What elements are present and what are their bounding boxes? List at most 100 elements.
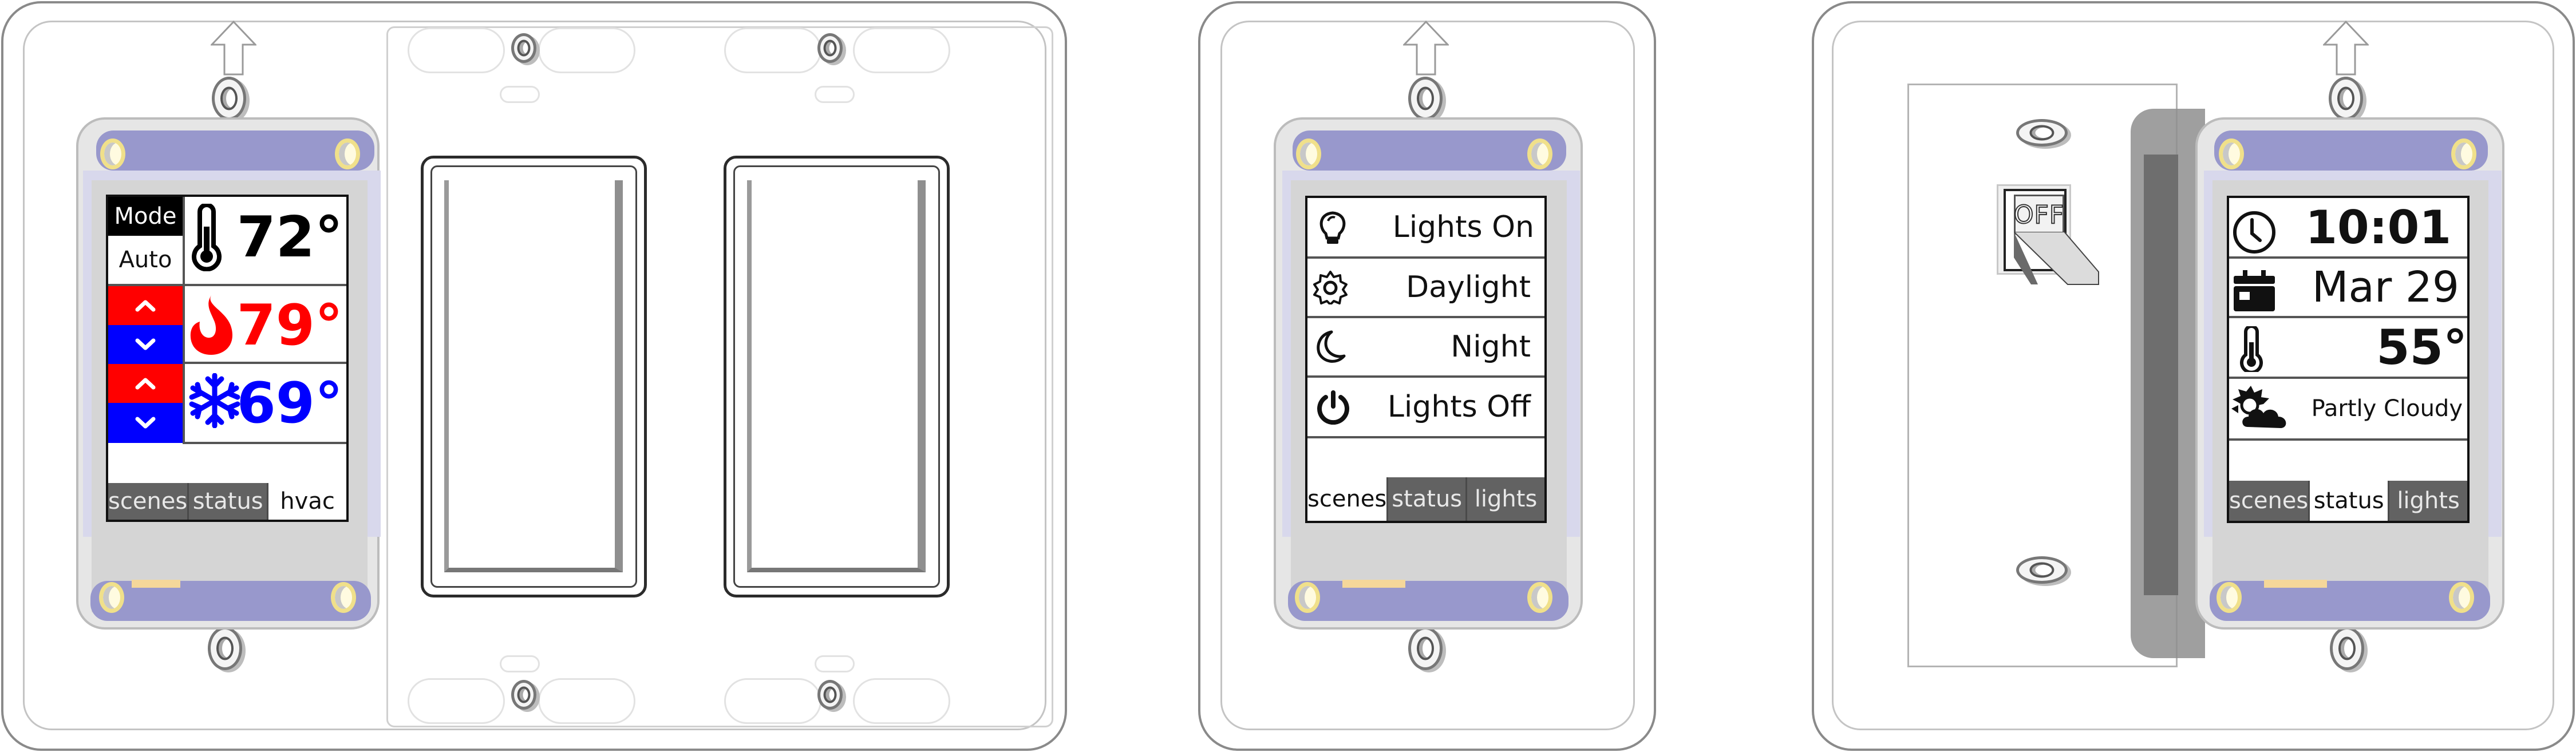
toggle-lever[interactable]: OFF (2013, 195, 2065, 235)
partly-cloudy-icon (2231, 386, 2286, 428)
mount-grommet (1527, 138, 1552, 169)
chevron-down-icon (135, 417, 156, 429)
lightbulb-icon (1319, 211, 1346, 244)
current-temp-row: 72° (185, 197, 346, 286)
rocker-strap-top-1 (408, 27, 505, 73)
rocker-switch-2[interactable] (724, 156, 950, 597)
tab-status[interactable]: status (189, 483, 269, 520)
hvac-screen: Mode Auto 72° 79° 69° scenes status hvac (106, 195, 349, 522)
screw-icon (511, 33, 536, 63)
moon-icon (1317, 330, 1346, 363)
tab-scenes[interactable]: scenes (1307, 477, 1389, 521)
pcb-bottom (1288, 581, 1568, 621)
mode-button[interactable]: Auto (108, 236, 183, 286)
tab-lights[interactable]: lights (2389, 481, 2467, 521)
tab-hvac[interactable]: hvac (268, 483, 346, 520)
weather-value: Partly Cloudy (2311, 395, 2463, 422)
rocker-strap-bottom-3 (724, 678, 821, 724)
chevron-up-icon (135, 378, 156, 390)
hvac-tab-bar: scenes status hvac (108, 483, 346, 520)
scene-label: Lights On (1392, 210, 1534, 244)
clock-icon (2233, 211, 2275, 254)
scene-lights-on[interactable]: Lights On (1307, 198, 1544, 259)
up-arrow-icon (211, 21, 256, 76)
scene-daylight[interactable]: Daylight (1307, 259, 1544, 318)
up-arrow-icon (1403, 21, 1449, 76)
screw-icon (1408, 77, 1443, 120)
mount-grommet (1295, 582, 1320, 613)
rocker-strap-top-3 (724, 27, 821, 73)
mount-grommet (2219, 138, 2244, 169)
sun-icon (1313, 271, 1348, 304)
screw-icon (1408, 627, 1443, 670)
rocker-strap-top-4 (853, 27, 950, 73)
scenes-tab-bar: scenes status lights (1307, 477, 1544, 521)
mount-grommet (2449, 582, 2474, 613)
mount-grommet (2451, 138, 2476, 169)
temperature-value: 55° (2376, 319, 2467, 375)
status-housing-side-inner (2144, 155, 2178, 595)
scene-label: Daylight (1406, 270, 1531, 304)
rocker-strap-bottom-1 (408, 678, 505, 724)
pcb-connector (1342, 580, 1405, 588)
thermometer-icon (2240, 326, 2263, 372)
tab-status[interactable]: status (1388, 477, 1468, 521)
up-arrow-icon (2323, 21, 2369, 76)
mode-label: Mode (108, 197, 183, 236)
date-value: Mar 29 (2312, 263, 2459, 312)
toggle-off-label: OFF (2013, 200, 2065, 230)
mount-grommet (1296, 138, 1321, 169)
screw-icon (817, 33, 843, 63)
rocker-strap-top-2 (538, 27, 635, 73)
rocker-paddle[interactable] (747, 180, 926, 572)
pcb-top (2214, 130, 2488, 171)
strap-slot (815, 86, 855, 103)
strap-slot (500, 655, 540, 672)
status-tab-bar: scenes status lights (2229, 481, 2467, 521)
pcb-connector (132, 580, 180, 588)
cool-down-button[interactable] (108, 403, 183, 443)
toggle-lever-handle[interactable] (2014, 232, 2100, 287)
current-temp: 72° (236, 205, 343, 270)
heat-down-button[interactable] (108, 325, 183, 364)
rocker-paddle[interactable] (444, 180, 623, 572)
cool-setpoint: 69° (236, 371, 343, 436)
time-row: 10:01 (2229, 198, 2467, 259)
chevron-up-icon (135, 300, 156, 312)
rocker-switch-1[interactable] (421, 156, 647, 597)
weather-row: Partly Cloudy (2229, 379, 2467, 441)
tab-status[interactable]: status (2310, 481, 2390, 521)
screw-icon (2330, 627, 2364, 670)
screw-icon (817, 680, 843, 710)
heat-up-button[interactable] (108, 286, 183, 325)
snowflake-icon (189, 373, 240, 428)
strap-slot (815, 655, 855, 672)
tab-lights[interactable]: lights (1467, 477, 1544, 521)
status-screen: 10:01 Mar 29 55° Partly Cloudy scenes st… (2227, 196, 2470, 523)
mount-grommet (99, 582, 124, 613)
scene-night[interactable]: Night (1307, 318, 1544, 378)
scene-lights-off[interactable]: Lights Off (1307, 378, 1544, 438)
pcb-connector (2264, 580, 2327, 588)
temperature-row: 55° (2229, 318, 2467, 379)
mount-grommet (100, 138, 125, 169)
tab-scenes[interactable]: scenes (2229, 481, 2310, 521)
mount-grommet (1527, 582, 1552, 613)
scenes-screen: Lights On Daylight Night Lights Off scen… (1305, 196, 1547, 523)
screw-icon (2016, 556, 2068, 584)
thermometer-icon (192, 204, 222, 271)
strap-slot (500, 86, 540, 103)
screw-icon (212, 77, 246, 120)
screw-icon (511, 680, 536, 710)
chevron-down-icon (135, 338, 156, 350)
rocker-strap-bottom-2 (538, 678, 635, 724)
tab-scenes[interactable]: scenes (108, 483, 189, 520)
pcb-bottom (2210, 581, 2490, 621)
rocker-strap-bottom-4 (853, 678, 950, 724)
screw-icon (208, 627, 242, 670)
cool-up-button[interactable] (108, 364, 183, 403)
mount-grommet (331, 582, 356, 613)
screw-icon (2329, 77, 2363, 120)
mount-grommet (2217, 582, 2242, 613)
date-row: Mar 29 (2229, 259, 2467, 318)
